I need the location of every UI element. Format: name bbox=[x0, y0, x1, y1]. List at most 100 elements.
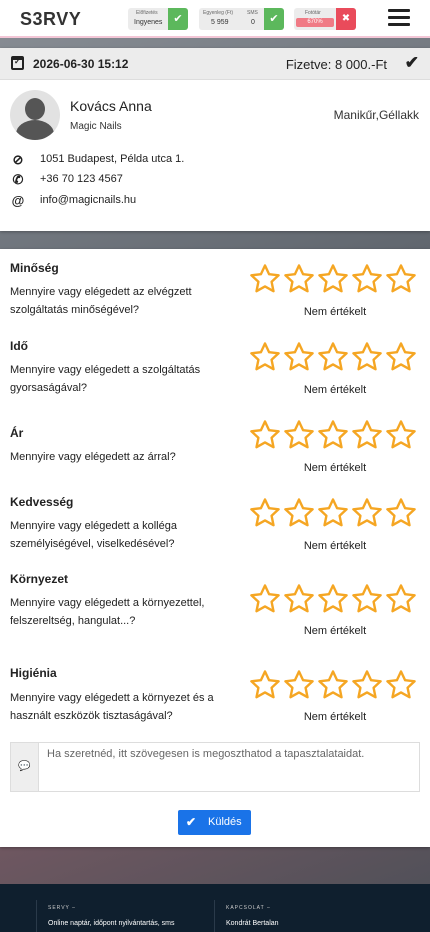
rating-status: Nem értékelt bbox=[303, 625, 367, 637]
star-icon[interactable] bbox=[283, 669, 315, 701]
footer: SERVY – Online naptár, időpont nyilvánta… bbox=[0, 884, 430, 932]
criterion-title: Környezet bbox=[10, 572, 69, 586]
criterion-question: Mennyire vagy elégedett a környezettel, … bbox=[10, 597, 205, 627]
comment-input[interactable] bbox=[39, 743, 419, 791]
address-text: 1051 Budapest, Példa utca 1. bbox=[40, 153, 185, 165]
criterion-question: Mennyire vagy elégedett a környezet és a… bbox=[10, 692, 214, 722]
booking-card: 2026-06-30 15:12 Fizetve: 8 000.-Ft ✔ Ko… bbox=[0, 48, 430, 231]
top-bar: S3RVY Előfizetés Ingyenes ✔ Egyenleg (Ft… bbox=[0, 0, 430, 38]
footer-contact-heading: KAPCSOLAT – bbox=[226, 905, 271, 911]
star-rating bbox=[249, 263, 417, 295]
star-icon[interactable] bbox=[351, 263, 383, 295]
subscription-caption: Előfizetés bbox=[136, 10, 158, 16]
star-icon[interactable] bbox=[283, 583, 315, 615]
star-icon[interactable] bbox=[249, 669, 281, 701]
at-icon: @ bbox=[11, 193, 25, 208]
rating-status: Nem értékelt bbox=[303, 462, 367, 474]
payment-status: Fizetve: 8 000.-Ft bbox=[285, 57, 387, 72]
star-icon[interactable] bbox=[249, 419, 281, 451]
criterion-title: Higiénia bbox=[10, 666, 57, 680]
footer-contact: KAPCSOLAT – Kondrát Bertalan bbox=[214, 900, 424, 932]
star-icon[interactable] bbox=[317, 583, 349, 615]
criterion-title: Idő bbox=[10, 339, 28, 353]
star-icon[interactable] bbox=[351, 341, 383, 373]
logo[interactable]: S3RVY bbox=[20, 9, 81, 30]
star-icon[interactable] bbox=[317, 263, 349, 295]
star-icon[interactable] bbox=[351, 497, 383, 529]
storage-value: 670% bbox=[296, 18, 334, 27]
criterion-title: Minőség bbox=[10, 261, 59, 275]
criterion-question: Mennyire vagy elégedett a szolgáltatás g… bbox=[10, 364, 201, 394]
storage-widget[interactable]: Fotótár 670% ✖ bbox=[294, 8, 356, 30]
compass-icon: ⊘ bbox=[12, 152, 24, 167]
star-rating bbox=[249, 497, 417, 529]
balance-value: 5 959 bbox=[211, 19, 229, 26]
star-icon[interactable] bbox=[385, 263, 417, 295]
check-icon: ✔ bbox=[264, 8, 284, 30]
subscription-widget[interactable]: Előfizetés Ingyenes ✔ bbox=[128, 8, 188, 30]
send-button[interactable]: ✔ Küldés bbox=[178, 810, 251, 835]
booking-datetime: 2026-06-30 15:12 bbox=[33, 57, 129, 71]
star-icon[interactable] bbox=[385, 497, 417, 529]
check-icon: ✔ bbox=[168, 8, 188, 30]
star-rating bbox=[249, 669, 417, 701]
star-icon[interactable] bbox=[317, 497, 349, 529]
send-label: Küldés bbox=[208, 816, 242, 828]
sms-caption: SMS bbox=[247, 10, 258, 16]
close-icon: ✖ bbox=[336, 8, 356, 30]
star-icon[interactable] bbox=[249, 583, 281, 615]
criterion-title: Ár bbox=[10, 426, 24, 440]
storage-caption: Fotótár bbox=[305, 10, 321, 16]
star-icon[interactable] bbox=[385, 419, 417, 451]
star-icon[interactable] bbox=[249, 341, 281, 373]
star-icon[interactable] bbox=[317, 419, 349, 451]
star-icon[interactable] bbox=[317, 341, 349, 373]
footer-about: SERVY – Online naptár, időpont nyilvánta… bbox=[36, 900, 211, 932]
rating-status: Nem értékelt bbox=[303, 384, 367, 396]
star-icon[interactable] bbox=[385, 341, 417, 373]
star-rating bbox=[249, 341, 417, 373]
star-icon[interactable] bbox=[283, 497, 315, 529]
rating-status: Nem értékelt bbox=[303, 711, 367, 723]
star-rating bbox=[249, 419, 417, 451]
criterion-question: Mennyire vagy elégedett a kolléga személ… bbox=[10, 520, 177, 550]
sms-value: 0 bbox=[251, 19, 255, 26]
check-icon: ✔ bbox=[186, 815, 197, 829]
star-icon[interactable] bbox=[351, 419, 383, 451]
rating-status: Nem értékelt bbox=[303, 540, 367, 552]
rating-status: Nem értékelt bbox=[303, 306, 367, 318]
criterion-question: Mennyire vagy elégedett az árral? bbox=[10, 451, 176, 463]
star-icon[interactable] bbox=[351, 583, 383, 615]
balance-widget[interactable]: Egyenleg (Ft) 5 959 SMS 0 ✔ bbox=[199, 8, 284, 30]
menu-icon[interactable] bbox=[388, 9, 410, 27]
rating-card: Minőség Mennyire vagy elégedett az elvégz… bbox=[0, 249, 430, 847]
criterion-question: Mennyire vagy elégedett az elvégzett szo… bbox=[10, 286, 192, 316]
email-text[interactable]: info@magicnails.hu bbox=[40, 194, 136, 206]
comment-icon: 💬 bbox=[11, 743, 39, 791]
company-name: Magic Nails bbox=[70, 121, 122, 132]
star-icon[interactable] bbox=[249, 497, 281, 529]
star-icon[interactable] bbox=[385, 583, 417, 615]
phone-icon: ✆ bbox=[12, 172, 24, 187]
star-icon[interactable] bbox=[283, 341, 315, 373]
footer-about-heading: SERVY – bbox=[48, 905, 76, 911]
phone-text[interactable]: +36 70 123 4567 bbox=[40, 173, 123, 185]
footer-contact-text[interactable]: Kondrát Bertalan bbox=[226, 920, 279, 927]
star-icon[interactable] bbox=[249, 263, 281, 295]
services-list: Manikűr,Géllakk bbox=[333, 108, 419, 122]
balance-caption: Egyenleg (Ft) bbox=[203, 10, 234, 16]
star-icon[interactable] bbox=[283, 263, 315, 295]
provider-name: Kovács Anna bbox=[70, 98, 152, 114]
star-icon[interactable] bbox=[317, 669, 349, 701]
avatar bbox=[10, 90, 60, 140]
star-icon[interactable] bbox=[283, 419, 315, 451]
criterion-title: Kedvesség bbox=[10, 495, 74, 509]
calendar-check-icon bbox=[11, 56, 24, 70]
comment-box: 💬 bbox=[10, 742, 420, 792]
check-icon: ✔ bbox=[404, 53, 419, 72]
footer-about-text: Online naptár, időpont nyilvántartás, sm… bbox=[48, 920, 175, 927]
booking-header: 2026-06-30 15:12 Fizetve: 8 000.-Ft ✔ bbox=[0, 48, 430, 80]
star-icon[interactable] bbox=[385, 669, 417, 701]
star-icon[interactable] bbox=[351, 669, 383, 701]
star-rating bbox=[249, 583, 417, 615]
